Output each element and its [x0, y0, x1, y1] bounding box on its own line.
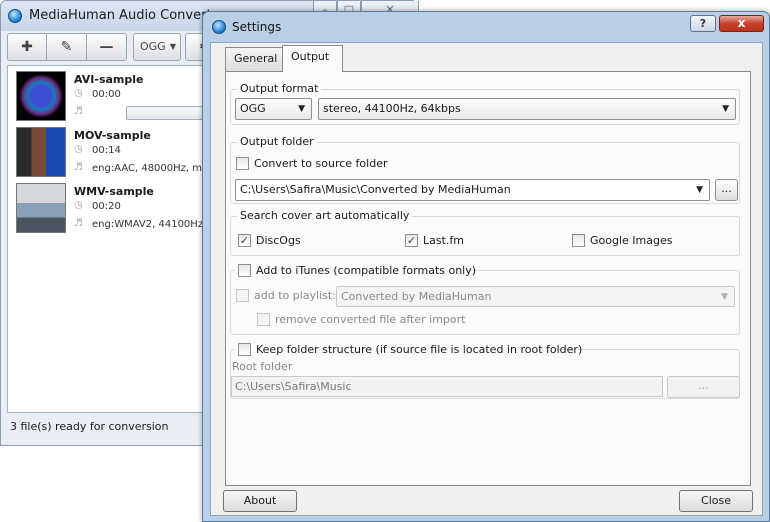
check-icon[interactable]: ✓ [405, 234, 418, 247]
chevron-down-icon: ▼ [169, 42, 176, 51]
tab-general[interactable]: General [225, 47, 283, 71]
video-thumbnail [16, 71, 66, 121]
video-thumbnail [16, 183, 66, 233]
chevron-down-icon: ▼ [696, 185, 703, 195]
playlist-select[interactable]: Converted by MediaHuman ▼ [336, 286, 735, 307]
remove-file-button[interactable]: — [86, 33, 127, 61]
convert-to-source-checkbox[interactable]: Convert to source folder [236, 156, 436, 172]
checkbox-box[interactable] [238, 343, 251, 356]
root-folder-label: Root folder [232, 360, 293, 373]
discogs-checkbox[interactable]: ✓ DiscOgs [238, 233, 318, 249]
dialog-title: Settings [232, 20, 282, 34]
add-to-playlist-label: add to playlist: [254, 289, 336, 302]
output-format-legend: Output format [237, 82, 322, 95]
cover-art-group: Search cover art automatically ✓ DiscOgs… [230, 209, 740, 256]
speaker-icon: ♬ [74, 162, 83, 173]
quality-select[interactable]: stereo, 44100Hz, 64kbps ▼ [318, 98, 736, 120]
clear-list-button[interactable]: ✎ [46, 33, 87, 61]
main-window-title: MediaHuman Audio Converter [29, 8, 225, 23]
dialog-close-icon[interactable]: x [719, 15, 764, 32]
about-button[interactable]: About [223, 490, 297, 512]
clock-icon: ◷ [74, 200, 83, 211]
settings-dialog: Settings ? x General Output Output forma… [202, 11, 770, 522]
clock-icon: ◷ [74, 144, 83, 155]
format-dropdown-value: OGG [140, 40, 166, 53]
checkbox-box[interactable] [572, 234, 585, 247]
google-images-label: Google Images [590, 234, 673, 247]
format-select-value: OGG [240, 102, 266, 115]
add-files-button[interactable]: ✚ [7, 33, 47, 61]
format-dropdown[interactable]: OGG ▼ [133, 33, 181, 61]
checkbox-box[interactable] [257, 313, 270, 326]
speaker-icon: ♬ [74, 218, 83, 229]
list-item[interactable]: MOV-sample ◷ 00:14 ♬ eng:AAC, 48000Hz, m… [8, 124, 221, 180]
cover-art-legend: Search cover art automatically [237, 209, 413, 222]
convert-to-source-label: Convert to source folder [254, 157, 388, 170]
remove-after-import-checkbox[interactable]: remove converted file after import [257, 312, 477, 328]
folder-structure-group: Keep folder structure (if source file is… [230, 342, 740, 399]
clock-icon: ◷ [74, 88, 83, 99]
list-item[interactable]: AVI-sample ◷ 00:00 ♬ [8, 68, 216, 124]
file-duration: 00:00 [92, 89, 121, 100]
app-icon [8, 9, 22, 23]
file-name: WMV-sample [74, 185, 154, 198]
chevron-down-icon: ▼ [721, 292, 728, 302]
dialog-titlebar: Settings ? x [203, 12, 769, 42]
checkbox-box[interactable] [236, 289, 249, 302]
lastfm-checkbox[interactable]: ✓ Last.fm [405, 233, 485, 249]
dialog-body: General Output Output format OGG ▼ stere… [210, 42, 763, 516]
itunes-group: Add to iTunes (compatible formats only) … [230, 263, 740, 335]
format-select[interactable]: OGG ▼ [235, 98, 312, 120]
speaker-icon: ♬ [74, 106, 83, 117]
file-name: AVI-sample [74, 73, 144, 86]
video-thumbnail [16, 127, 66, 177]
quality-select-value: stereo, 44100Hz, 64kbps [323, 102, 461, 115]
check-icon[interactable]: ✓ [238, 234, 251, 247]
app-icon [212, 20, 226, 34]
remove-after-import-label: remove converted file after import [275, 313, 466, 326]
playlist-select-value: Converted by MediaHuman [341, 290, 492, 303]
keep-folder-structure-label: Keep folder structure (if source file is… [256, 343, 583, 356]
file-list[interactable]: AVI-sample ◷ 00:00 ♬ MOV-sample ◷ 00:14 … [7, 65, 225, 413]
status-bar-text: 3 file(s) ready for conversion [10, 420, 169, 433]
file-name: MOV-sample [74, 129, 151, 142]
chevron-down-icon: ▼ [298, 104, 305, 114]
google-images-checkbox[interactable]: Google Images [572, 233, 672, 249]
add-to-playlist-checkbox[interactable]: add to playlist: [236, 288, 336, 304]
add-to-itunes-checkbox[interactable]: Add to iTunes (compatible formats only) [235, 263, 476, 279]
lastfm-label: Last.fm [423, 234, 464, 247]
output-tab-panel: Output format OGG ▼ stereo, 44100Hz, 64k… [225, 71, 751, 486]
output-format-group: Output format OGG ▼ stereo, 44100Hz, 64k… [230, 82, 740, 125]
list-item[interactable]: WMV-sample ◷ 00:20 ♬ eng:WMAV2, 44100Hz,… [8, 180, 225, 236]
chevron-down-icon: ▼ [722, 104, 729, 114]
file-duration: 00:20 [92, 201, 121, 212]
output-folder-path-value: C:\Users\Safira\Music\Converted by Media… [240, 183, 511, 196]
checkbox-box[interactable] [238, 264, 251, 277]
discogs-label: DiscOgs [256, 234, 301, 247]
add-to-itunes-label: Add to iTunes (compatible formats only) [256, 264, 477, 277]
tab-output[interactable]: Output [282, 45, 343, 72]
output-folder-path-select[interactable]: C:\Users\Safira\Music\Converted by Media… [235, 179, 710, 201]
close-button[interactable]: Close [679, 490, 753, 512]
output-folder-legend: Output folder [237, 135, 317, 148]
output-folder-group: Output folder Convert to source folder C… [230, 135, 740, 204]
help-button[interactable]: ? [690, 15, 716, 32]
keep-folder-structure-checkbox[interactable]: Keep folder structure (if source file is… [235, 342, 582, 358]
checkbox-box[interactable] [236, 157, 249, 170]
root-folder-field[interactable]: C:\Users\Safira\Music [231, 376, 663, 397]
browse-output-folder-button[interactable]: ... [715, 179, 738, 201]
browse-root-folder-button[interactable]: ... [667, 376, 740, 398]
file-duration: 00:14 [92, 145, 121, 156]
